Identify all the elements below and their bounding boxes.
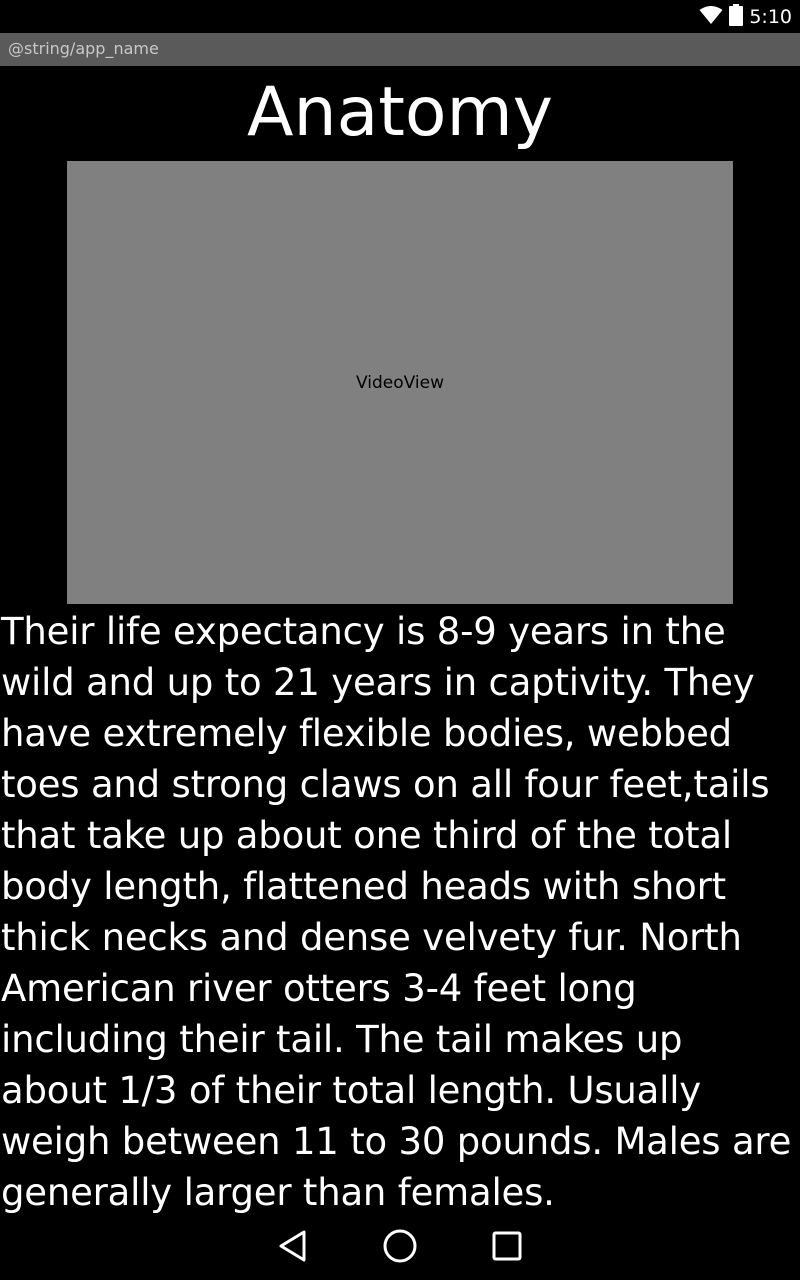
- nav-bar: [0, 1216, 800, 1280]
- battery-icon: [729, 4, 744, 30]
- app-name-label: @string/app_name: [8, 39, 159, 58]
- video-view-label: VideoView: [356, 372, 444, 393]
- action-bar: @string/app_name: [0, 33, 800, 66]
- page-title: Anatomy: [246, 73, 554, 152]
- home-button[interactable]: [380, 1228, 420, 1268]
- recents-button[interactable]: [487, 1228, 527, 1268]
- status-time: 5:10: [749, 6, 792, 28]
- back-button[interactable]: [272, 1228, 312, 1268]
- status-icons: 5:10: [699, 4, 792, 30]
- recents-icon: [491, 1230, 523, 1266]
- status-bar: 5:10: [0, 0, 800, 33]
- screen: 5:10 @string/app_name Anatomy VideoView …: [0, 0, 800, 1280]
- home-icon: [382, 1228, 418, 1268]
- wifi-icon: [699, 5, 723, 29]
- video-view[interactable]: VideoView: [67, 161, 733, 604]
- body-text: Their life expectancy is 8-9 years in th…: [1, 610, 792, 1214]
- back-icon: [276, 1229, 308, 1267]
